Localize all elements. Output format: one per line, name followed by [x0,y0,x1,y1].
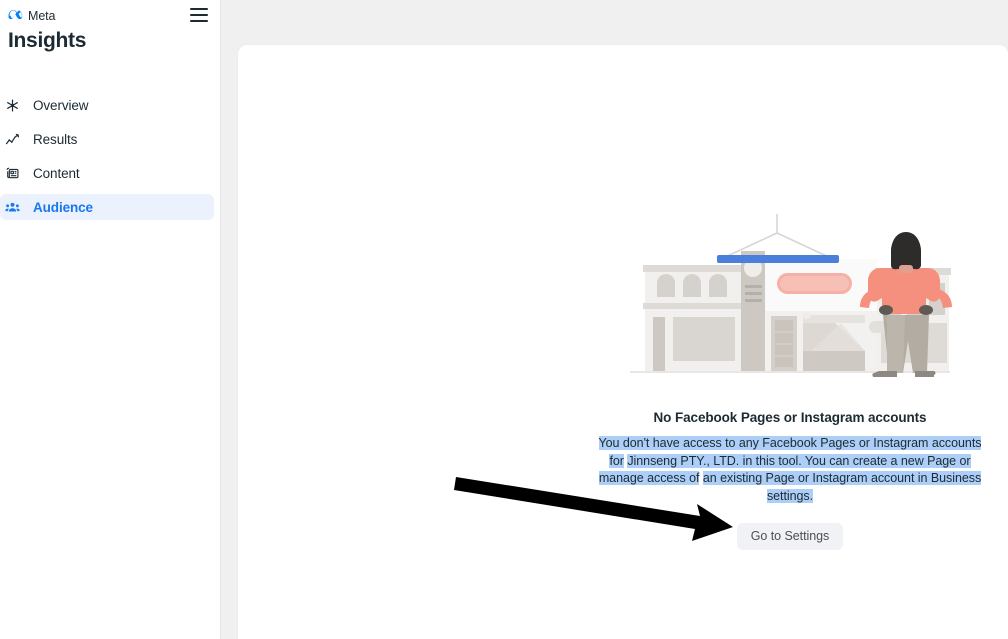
sidebar-nav: Overview Results Content Audience [0,92,221,228]
content-media-icon [5,164,25,182]
results-trendline-icon [5,130,25,148]
empty-state: No Facebook Pages or Instagram accounts … [580,211,1000,550]
sidebar-item-label: Content [33,165,80,181]
brand-row: Meta [0,0,221,30]
sidebar-item-label: Overview [33,97,89,113]
sidebar: Meta Insights Overview Results Content A… [0,0,221,639]
audience-people-icon [5,198,25,216]
sidebar-item-results[interactable]: Results [0,126,214,152]
empty-state-description-line-3: an existing Page or Instagram account in… [702,471,982,503]
storefront-person-illustration-icon [630,214,952,378]
sidebar-item-audience[interactable]: Audience [0,194,214,220]
app-root: Meta Insights Overview Results Content A… [0,0,1008,639]
meta-brand-logo[interactable]: Meta [8,7,55,25]
sidebar-item-label: Results [33,131,78,147]
content-card: No Facebook Pages or Instagram accounts … [238,45,1008,639]
sidebar-item-label: Audience [33,199,93,215]
overview-network-icon [5,96,25,114]
go-to-settings-button[interactable]: Go to Settings [736,523,844,550]
empty-state-description: You don't have access to any Facebook Pa… [580,435,1000,505]
main-content-area: No Facebook Pages or Instagram accounts … [221,0,1008,639]
meta-infinity-logo-icon [8,7,25,25]
empty-state-heading: No Facebook Pages or Instagram accounts [653,410,927,425]
meta-brand-name: Meta [28,9,56,23]
sidebar-item-overview[interactable]: Overview [0,92,214,118]
hamburger-menu-icon[interactable] [188,5,210,25]
page-title: Insights [8,29,87,52]
sidebar-item-content[interactable]: Content [0,160,214,186]
